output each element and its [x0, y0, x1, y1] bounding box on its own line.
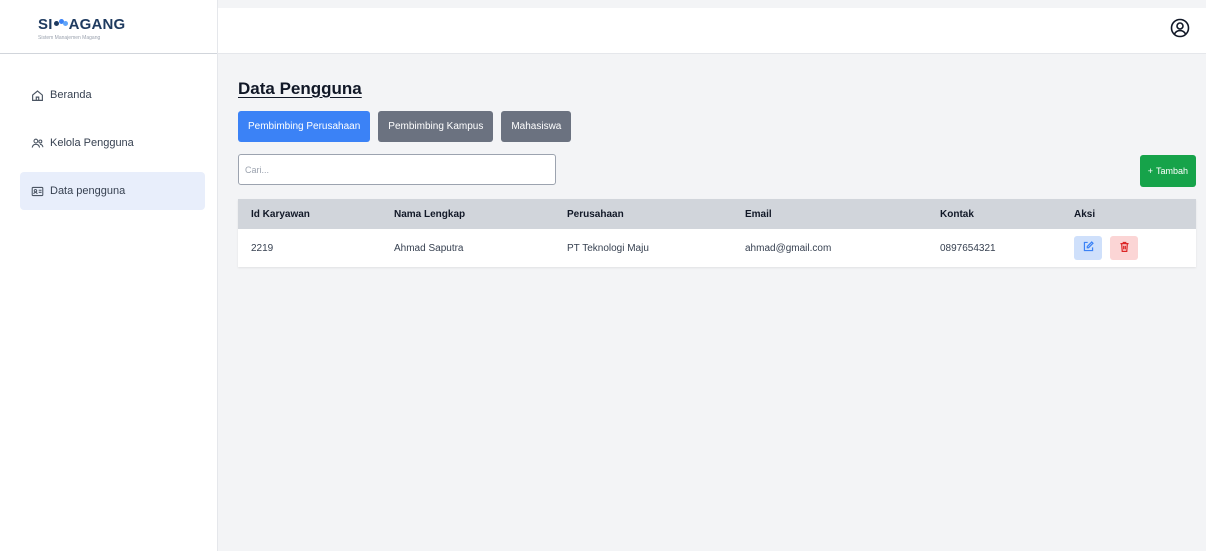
edit-icon	[1082, 240, 1095, 256]
tab-mahasiswa[interactable]: Mahasiswa	[501, 111, 572, 142]
top-bar	[218, 0, 1206, 54]
plus-icon: +	[1147, 166, 1153, 176]
user-circle-icon[interactable]	[1170, 18, 1190, 38]
brand-logo[interactable]: SI AGANG Sistem Manajemen Magang	[0, 0, 217, 54]
sidebar-item-label: Kelola Pengguna	[50, 137, 134, 149]
brand-tagline: Sistem Manajemen Magang	[38, 35, 101, 41]
column-header: Aksi	[1074, 208, 1096, 220]
people-logo-icon	[53, 18, 68, 31]
user-type-tabs: Pembimbing Perusahaan Pembimbing Kampus …	[238, 111, 572, 142]
edit-button[interactable]	[1074, 236, 1102, 260]
brand-name-left: SI	[38, 16, 53, 33]
sidebar-item-beranda[interactable]: Beranda	[20, 76, 205, 114]
sidebar-item-label: Beranda	[50, 89, 92, 101]
page-title: Data Pengguna	[238, 79, 362, 98]
column-header: Email	[745, 208, 772, 220]
search-input[interactable]	[238, 154, 556, 185]
top-strip	[218, 0, 1206, 8]
trash-icon	[1118, 240, 1131, 256]
brand-name: SI AGANG	[38, 16, 217, 33]
cell-name: Ahmad Saputra	[394, 242, 464, 254]
cell-email: ahmad@gmail.com	[745, 242, 832, 254]
column-header: Kontak	[940, 208, 974, 220]
id-card-icon	[30, 184, 44, 198]
users-icon	[30, 136, 44, 150]
sidebar-item-label: Data pengguna	[50, 185, 126, 197]
main-content: Data Pengguna Pembimbing Perusahaan Pemb…	[218, 54, 1206, 551]
cell-contact: 0897654321	[940, 242, 996, 254]
cell-id: 2219	[251, 242, 274, 254]
sidebar: SI AGANG Sistem Manajemen Magang Beranda…	[0, 0, 218, 551]
delete-button[interactable]	[1110, 236, 1138, 260]
row-actions	[1061, 236, 1196, 260]
table-row: 2219 Ahmad Saputra PT Teknologi Maju ahm…	[238, 229, 1196, 267]
brand-name-right: AGANG	[68, 16, 126, 33]
column-header: Nama Lengkap	[394, 208, 466, 220]
table-header: Id Karyawan Nama Lengkap Perusahaan Emai…	[238, 199, 1196, 229]
sidebar-nav: Beranda Kelola Pengguna Data pengguna	[0, 54, 217, 210]
tab-pembimbing-kampus[interactable]: Pembimbing Kampus	[378, 111, 494, 142]
tab-pembimbing-perusahaan[interactable]: Pembimbing Perusahaan	[238, 111, 371, 142]
sidebar-item-data-pengguna[interactable]: Data pengguna	[20, 172, 205, 210]
sidebar-item-kelola-pengguna[interactable]: Kelola Pengguna	[20, 124, 205, 162]
cell-company: PT Teknologi Maju	[567, 242, 649, 254]
column-header: Perusahaan	[567, 208, 624, 220]
add-button[interactable]: + Tambah	[1139, 155, 1196, 187]
add-button-label: Tambah	[1155, 166, 1188, 176]
column-header: Id Karyawan	[251, 208, 310, 220]
users-table: Id Karyawan Nama Lengkap Perusahaan Emai…	[238, 199, 1196, 267]
home-icon	[30, 88, 44, 102]
